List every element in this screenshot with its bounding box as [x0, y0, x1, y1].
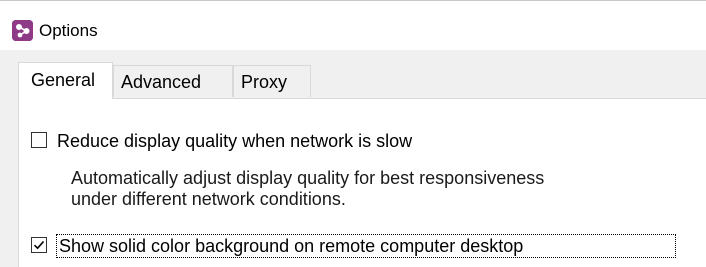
reduce-quality-label[interactable]: Reduce display quality when network is s… [57, 130, 412, 152]
options-window: Options General Advanced Proxy Reduce di… [0, 0, 706, 267]
solid-background-label[interactable]: Show solid color background on remote co… [56, 234, 676, 258]
tab-general[interactable]: General [18, 62, 113, 99]
description-line-2: under different network conditions. [71, 189, 346, 209]
checkmark-icon [33, 240, 45, 250]
reduce-quality-description: Automatically adjust display quality for… [71, 168, 691, 210]
description-line-1: Automatically adjust display quality for… [71, 168, 545, 188]
solid-background-option[interactable]: Show solid color background on remote co… [31, 234, 691, 259]
solid-background-checkbox[interactable] [31, 237, 47, 253]
window-title: Options [39, 21, 98, 40]
tab-proxy[interactable]: Proxy [233, 65, 311, 97]
reduce-quality-checkbox[interactable] [31, 132, 47, 148]
title-bar[interactable]: Options [0, 1, 706, 50]
reduce-quality-option[interactable]: Reduce display quality when network is s… [31, 130, 511, 154]
tab-advanced[interactable]: Advanced [113, 65, 233, 97]
app-logo-icon [12, 20, 33, 41]
